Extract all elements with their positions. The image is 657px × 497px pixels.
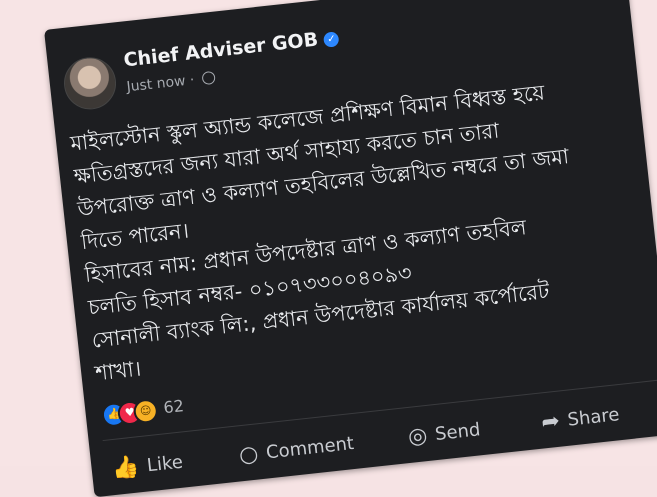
share-label: Share xyxy=(566,404,621,431)
meta-separator: · xyxy=(189,72,196,89)
post-body: মাইলস্টোন স্কুল অ্যান্ড কলেজে প্রশিক্ষণ … xyxy=(69,67,654,390)
post-meta: Just now · xyxy=(126,70,217,95)
post-time[interactable]: Just now xyxy=(126,73,187,95)
more-icon[interactable]: ··· xyxy=(492,0,531,1)
comment-button[interactable]: ○ Comment xyxy=(238,431,355,468)
share-icon: ➦ xyxy=(540,408,562,436)
author-name[interactable]: Chief Adviser GOB xyxy=(123,29,320,72)
send-button[interactable]: ◎ Send xyxy=(407,417,482,450)
send-icon: ◎ xyxy=(406,423,429,450)
reaction-count[interactable]: 62 xyxy=(162,396,184,417)
globe-icon xyxy=(201,70,217,86)
share-button[interactable]: ➦ Share xyxy=(540,402,621,435)
like-icon: 👍 xyxy=(110,454,141,483)
comment-label: Comment xyxy=(265,433,356,464)
post-author[interactable]: Chief Adviser GOB ✓ xyxy=(123,26,340,71)
like-label: Like xyxy=(145,451,184,477)
facebook-post-card: ··· × Chief Adviser GOB✓ Just now · মাইল… xyxy=(44,0,657,497)
reactions-summary[interactable]: 👍 ♥ ☺ 62 xyxy=(100,396,185,428)
verified-icon: ✓ xyxy=(323,31,340,48)
comment-icon: ○ xyxy=(237,441,260,469)
avatar[interactable] xyxy=(61,54,119,112)
send-label: Send xyxy=(434,419,482,446)
